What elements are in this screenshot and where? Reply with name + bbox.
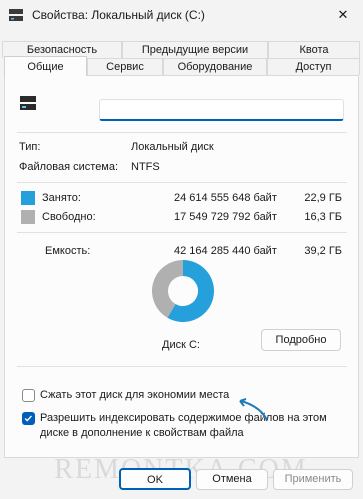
apply-button[interactable]: Применить (273, 469, 353, 490)
divider (17, 132, 347, 133)
free-swatch (21, 210, 35, 224)
tab-general[interactable]: Общие (4, 56, 87, 76)
window-title: Свойства: Локальный диск (C:) (32, 8, 205, 22)
filesystem-value: NTFS (131, 161, 160, 173)
compress-checkbox[interactable] (22, 389, 35, 402)
checkmark-icon (24, 415, 32, 422)
index-label-line1: Разрешить индексировать содержимое файло… (40, 412, 327, 424)
used-bytes: 24 614 555 648 байт (174, 192, 277, 204)
tab-service[interactable]: Сервис (87, 58, 163, 75)
capacity-label: Емкость: (45, 245, 91, 257)
annotation-arrow-icon (239, 398, 268, 421)
drive-name-input[interactable] (99, 99, 344, 121)
free-bytes: 17 549 729 792 байт (174, 211, 277, 223)
tab-quota[interactable]: Квота (268, 41, 360, 58)
type-value: Локальный диск (131, 141, 214, 153)
close-icon: ✕ (337, 7, 349, 22)
details-button[interactable]: Подробно (261, 329, 341, 351)
used-label: Занято: (42, 192, 81, 204)
type-label: Тип: (19, 141, 41, 153)
free-size: 16,3 ГБ (304, 211, 342, 223)
drive-icon (20, 96, 36, 110)
tab-sharing[interactable]: Доступ (267, 58, 360, 75)
index-label-line2: диске в дополнение к свойствам файла (40, 427, 244, 439)
used-size: 22,9 ГБ (304, 192, 342, 204)
divider (17, 232, 347, 233)
capacity-bytes: 42 164 285 440 байт (174, 245, 277, 257)
close-button[interactable]: ✕ (323, 0, 363, 30)
disk-usage-donut (152, 260, 214, 322)
disk-label: Диск C: (162, 339, 200, 351)
free-label: Свободно: (42, 211, 96, 223)
used-swatch (21, 191, 35, 205)
tab-previous-versions[interactable]: Предыдущие версии (122, 41, 268, 58)
filesystem-label: Файловая система: (19, 161, 119, 173)
divider (17, 366, 347, 367)
ok-button[interactable]: OK (119, 468, 191, 490)
title-bar: Свойства: Локальный диск (C:) ✕ (0, 0, 363, 30)
tab-hardware[interactable]: Оборудование (163, 58, 267, 75)
drive-icon (9, 9, 23, 21)
cancel-button[interactable]: Отмена (196, 469, 268, 490)
divider (17, 182, 347, 183)
donut-slice-free (152, 260, 184, 318)
compress-label: Сжать этот диск для экономии места (40, 389, 230, 401)
index-checkbox[interactable] (22, 412, 35, 425)
capacity-size: 39,2 ГБ (304, 245, 342, 257)
general-panel: Тип: Локальный диск Файловая система: NT… (4, 75, 359, 458)
